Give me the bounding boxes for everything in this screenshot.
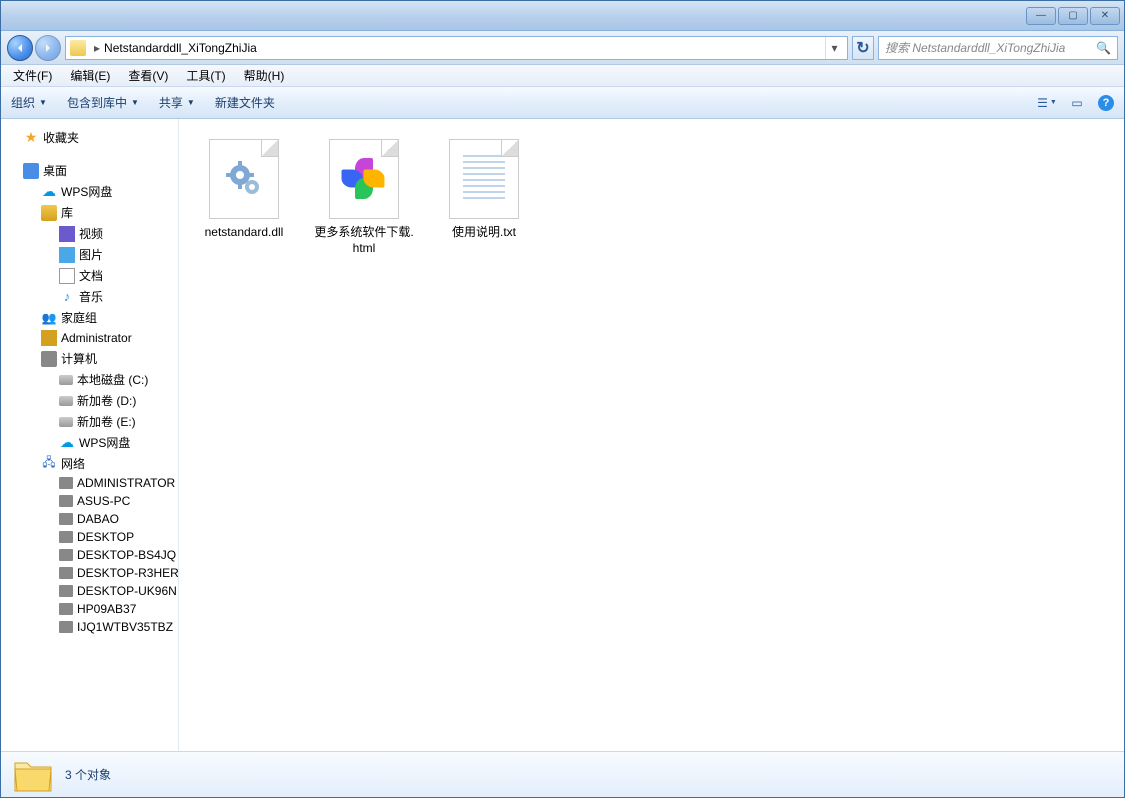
- include-library-button[interactable]: 包含到库中▼: [67, 94, 139, 111]
- sidebar-documents[interactable]: 文档: [1, 265, 178, 286]
- file-name: 使用说明.txt: [452, 225, 516, 241]
- sidebar-net-item[interactable]: ASUS-PC: [1, 492, 178, 510]
- help-icon[interactable]: ?: [1098, 95, 1114, 111]
- share-button[interactable]: 共享▼: [159, 94, 195, 111]
- menu-tools[interactable]: 工具(T): [178, 65, 233, 86]
- sidebar-wps2[interactable]: ☁ WPS网盘: [1, 432, 178, 453]
- cloud-icon: ☁: [41, 184, 57, 200]
- file-name: netstandard.dll: [205, 225, 284, 241]
- sidebar-libraries[interactable]: 库: [1, 202, 178, 223]
- nav-toolbar: ▸ Netstandarddll_XiTongZhiJia ▾ ↻ 搜索 Net…: [1, 31, 1124, 65]
- file-list[interactable]: netstandard.dll 更多系统软件下载.html 使用说: [179, 119, 1124, 751]
- sidebar-net-item[interactable]: DESKTOP-R3HER: [1, 564, 178, 582]
- sidebar-computer[interactable]: 计算机: [1, 348, 178, 369]
- folder-icon: [70, 40, 86, 56]
- file-dll[interactable]: netstandard.dll: [189, 135, 299, 260]
- address-dropdown[interactable]: ▾: [825, 37, 843, 59]
- explorer-window: — ▢ ✕ ▸ Netstandarddll_XiTongZhiJia ▾ ↻ …: [0, 0, 1125, 798]
- search-placeholder: 搜索 Netstandarddll_XiTongZhiJia: [885, 39, 1065, 56]
- document-icon: [59, 268, 75, 284]
- txt-icon: [449, 139, 519, 219]
- sidebar-desktop[interactable]: 桌面: [1, 160, 178, 181]
- titlebar: — ▢ ✕: [1, 1, 1124, 31]
- pc-icon: [59, 621, 73, 633]
- sidebar-drive-c[interactable]: 本地磁盘 (C:): [1, 369, 178, 390]
- star-icon: ★: [23, 130, 39, 146]
- network-icon: 🖧: [41, 456, 57, 472]
- sidebar-net-item[interactable]: IJQ1WTBV35TBZ: [1, 618, 178, 636]
- command-toolbar: 组织▼ 包含到库中▼ 共享▼ 新建文件夹 ☰▼ ▭ ?: [1, 87, 1124, 119]
- computer-icon: [41, 351, 57, 367]
- dll-icon: [209, 139, 279, 219]
- status-text: 3 个对象: [65, 766, 111, 783]
- address-bar[interactable]: ▸ Netstandarddll_XiTongZhiJia ▾: [65, 36, 848, 60]
- sidebar-net-item[interactable]: DABAO: [1, 510, 178, 528]
- file-name: 更多系统软件下载.html: [313, 225, 415, 256]
- html-icon: [329, 139, 399, 219]
- close-button[interactable]: ✕: [1090, 7, 1120, 25]
- pc-icon: [59, 603, 73, 615]
- menu-help[interactable]: 帮助(H): [236, 65, 293, 86]
- sidebar-music[interactable]: ♪ 音乐: [1, 286, 178, 307]
- drive-icon: [59, 417, 73, 427]
- sidebar-net-item[interactable]: ADMINISTRATOR: [1, 474, 178, 492]
- drive-icon: [59, 375, 73, 385]
- new-folder-button[interactable]: 新建文件夹: [215, 94, 275, 111]
- pc-icon: [59, 567, 73, 579]
- breadcrumb-folder[interactable]: Netstandarddll_XiTongZhiJia: [104, 41, 257, 55]
- user-icon: [41, 330, 57, 346]
- pc-icon: [59, 549, 73, 561]
- sidebar-admin[interactable]: Administrator: [1, 328, 178, 348]
- breadcrumb-sep: ▸: [94, 41, 100, 55]
- picture-icon: [59, 247, 75, 263]
- sidebar-drive-d[interactable]: 新加卷 (D:): [1, 390, 178, 411]
- menu-file[interactable]: 文件(F): [5, 65, 60, 86]
- drive-icon: [59, 396, 73, 406]
- folder-icon: [13, 757, 53, 793]
- preview-pane-button[interactable]: ▭: [1068, 94, 1086, 112]
- sidebar-net-item[interactable]: DESKTOP-UK96N: [1, 582, 178, 600]
- file-html[interactable]: 更多系统软件下载.html: [309, 135, 419, 260]
- explorer-body: ★ 收藏夹 桌面 ☁ WPS网盘 库 视频 图片: [1, 119, 1124, 751]
- sidebar-network[interactable]: 🖧 网络: [1, 453, 178, 474]
- music-icon: ♪: [59, 289, 75, 305]
- pc-icon: [59, 531, 73, 543]
- minimize-button[interactable]: —: [1026, 7, 1056, 25]
- views-button[interactable]: ☰▼: [1038, 94, 1056, 112]
- search-icon: 🔍: [1096, 41, 1111, 55]
- forward-button[interactable]: [35, 35, 61, 61]
- library-icon: [41, 205, 57, 221]
- pc-icon: [59, 513, 73, 525]
- sidebar-videos[interactable]: 视频: [1, 223, 178, 244]
- search-input[interactable]: 搜索 Netstandarddll_XiTongZhiJia 🔍: [878, 36, 1118, 60]
- pc-icon: [59, 585, 73, 597]
- homegroup-icon: 👥: [41, 310, 57, 326]
- sidebar-drive-e[interactable]: 新加卷 (E:): [1, 411, 178, 432]
- navigation-pane[interactable]: ★ 收藏夹 桌面 ☁ WPS网盘 库 视频 图片: [1, 119, 179, 751]
- sidebar-net-item[interactable]: DESKTOP-BS4JQ: [1, 546, 178, 564]
- pc-icon: [59, 495, 73, 507]
- sidebar-wps[interactable]: ☁ WPS网盘: [1, 181, 178, 202]
- sidebar-homegroup[interactable]: 👥 家庭组: [1, 307, 178, 328]
- pc-icon: [59, 477, 73, 489]
- cloud-icon: ☁: [59, 435, 75, 451]
- back-button[interactable]: [7, 35, 33, 61]
- organize-button[interactable]: 组织▼: [11, 94, 47, 111]
- menubar: 文件(F) 编辑(E) 查看(V) 工具(T) 帮助(H): [1, 65, 1124, 87]
- menu-view[interactable]: 查看(V): [120, 65, 176, 86]
- refresh-button[interactable]: ↻: [852, 36, 874, 60]
- video-icon: [59, 226, 75, 242]
- desktop-icon: [23, 163, 39, 179]
- statusbar: 3 个对象: [1, 751, 1124, 797]
- sidebar-net-item[interactable]: HP09AB37: [1, 600, 178, 618]
- sidebar-favorites[interactable]: ★ 收藏夹: [1, 127, 178, 148]
- file-txt[interactable]: 使用说明.txt: [429, 135, 539, 260]
- menu-edit[interactable]: 编辑(E): [62, 65, 118, 86]
- sidebar-net-item[interactable]: DESKTOP: [1, 528, 178, 546]
- sidebar-pictures[interactable]: 图片: [1, 244, 178, 265]
- maximize-button[interactable]: ▢: [1058, 7, 1088, 25]
